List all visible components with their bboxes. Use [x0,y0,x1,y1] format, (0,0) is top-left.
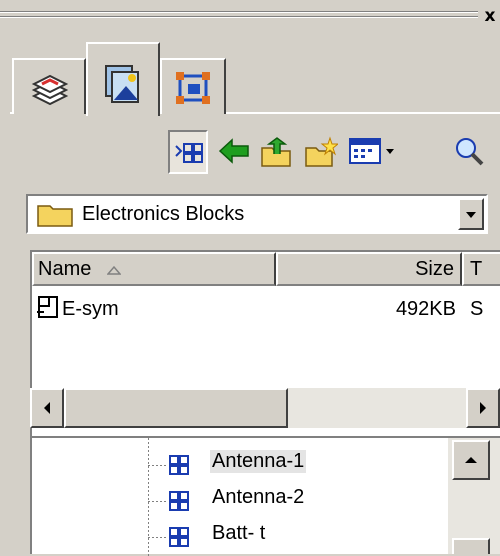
back-button[interactable] [214,130,254,174]
block-grid-icon [168,490,190,518]
symbol-file-icon [36,294,62,326]
tree-item[interactable]: Antenna-1 [128,448,468,482]
list-item-type: S [470,298,484,320]
panel-grip-bar[interactable] [0,0,482,28]
block-tree[interactable]: Antenna-1 Antenna-2 Batt- t [30,436,500,556]
tree-item[interactable]: Batt- t [128,520,468,554]
tab-selection[interactable] [160,58,226,114]
vertical-scrollbar[interactable] [448,438,500,554]
scroll-right-button[interactable] [466,388,500,428]
column-header-name[interactable]: Name [32,252,276,286]
tree-item-label: Antenna-2 [212,486,305,508]
view-options-button[interactable] [344,130,404,174]
tab-block-library[interactable] [86,42,160,116]
layers-icon [28,68,72,114]
tree-branch-line [148,465,168,466]
column-header-name-label: Name [38,258,92,280]
new-folder-button[interactable] [300,130,340,174]
column-header-type[interactable]: T [462,252,500,286]
block-grid-icon [168,454,190,482]
up-folder-button[interactable] [256,130,296,174]
block-grid-icon [168,526,190,554]
search-button[interactable] [448,130,494,174]
folder-select-value: Electronics Blocks [82,203,245,225]
tree-view-toggle-button[interactable] [168,130,208,174]
list-item-name: E-sym [62,298,119,320]
tree-item[interactable]: Antenna-2 [128,484,468,518]
scroll-up-button[interactable] [452,440,490,480]
folder-select[interactable]: Electronics Blocks [26,194,488,234]
close-button[interactable]: x [480,6,500,26]
block-library-icon [102,62,146,112]
tree-branch-line [148,501,168,502]
tree-branch-line [148,537,168,538]
scroll-left-button[interactable] [30,388,64,428]
folder-icon [36,202,76,234]
vertical-scroll-thumb[interactable] [452,538,490,554]
list-item[interactable]: E-sym 492KB S [32,292,500,326]
selection-icon [172,68,216,114]
tree-item-label: Batt- t [212,522,266,544]
horizontal-scroll-thumb[interactable] [64,388,288,428]
list-item-size: 492KB [395,298,456,320]
sort-ascending-icon [106,254,122,284]
tab-layers[interactable] [12,58,86,114]
folder-select-dropdown-button[interactable] [458,198,484,230]
horizontal-scrollbar[interactable] [30,388,500,428]
tree-item-label: Antenna-1 [210,450,307,473]
column-header-size[interactable]: Size [276,252,462,286]
